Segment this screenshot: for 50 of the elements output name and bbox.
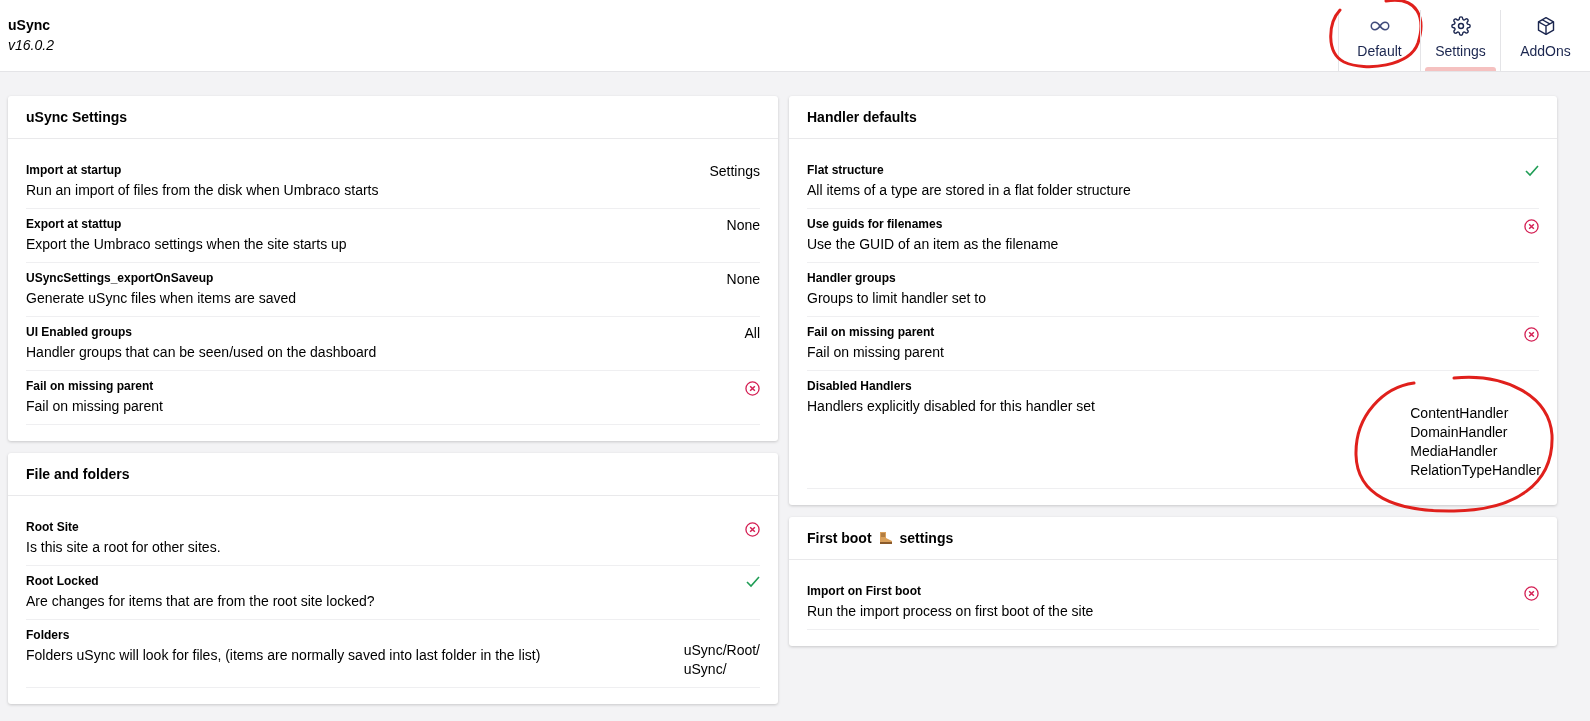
tab[interactable]: AddOns [1500,10,1590,71]
settings-icon [1449,16,1472,36]
setting-label: Fail on missing parent [807,325,936,339]
setting-description: Are changes for items that are from the root site locked? [26,593,375,609]
setting-value: Settings [709,163,760,179]
setting-value: MediaHandler [1410,443,1498,459]
app-title: uSync [8,17,51,33]
setting-description: All items of a type are stored in a flat folder structure [807,182,1131,198]
setting-description: Run an import of files from the disk when Umbraco starts [26,182,379,198]
tab[interactable]: Default [1338,10,1420,71]
setting-label: Root Locked [26,574,100,588]
setting-description: Handlers explicitly disabled for this handler set [807,398,1095,414]
setting-label: Import on First boot [807,584,922,598]
tab[interactable]: Settings [1420,10,1500,71]
setting-label: Folders [26,628,71,642]
setting-label: Disabled Handlers [807,379,913,393]
setting-label: Flat structure [807,163,885,177]
setting-description: Folders uSync will look for files, (items are normally saved into last folder in the list) [26,647,541,663]
setting-label: Root Site [26,520,80,534]
card-title: File and folders [26,466,130,482]
setting-label: Fail on missing parent [26,379,155,393]
setting-value: uSync/Root/ [683,642,760,658]
setting-label: UI Enabled groups [26,325,133,339]
setting-description: Run the import process on first boot of the site [807,603,1094,619]
setting-value: RelationTypeHandler [1410,462,1541,478]
setting-description: Generate uSync files when items are saved [26,290,297,306]
card-title: First boot [807,530,872,546]
setting-value: None [726,271,760,287]
app-version: v16.0.2 [8,37,54,53]
setting-value: uSync/ [683,661,727,677]
card-title: Handler defaults [807,109,917,125]
setting-description: Fail on missing parent [26,398,163,414]
card-title: settings [899,530,954,546]
setting-value: DomainHandler [1410,424,1508,440]
setting-value: ContentHandler [1410,405,1509,421]
setting-label: Use guids for filenames [807,217,944,231]
setting-description: Fail on missing parent [807,344,944,360]
setting-value: None [726,217,760,233]
setting-label: Import at startup [26,163,123,177]
setting-description: Handler groups that can be seen/used on the dashboard [26,344,377,360]
setting-label: Export at stattup [26,217,123,231]
boot-icon [877,531,894,545]
setting-label: Handler groups [807,271,897,285]
setting-description: Export the Umbraco settings when the site starts up [26,236,347,252]
setting-value: All [744,325,760,341]
setting-description: Use the GUID of an item as the filename [807,236,1059,252]
card-title: uSync Settings [26,109,128,125]
setting-label: USyncSettings_exportOnSaveup [26,271,215,285]
setting-description: Groups to limit handler set to [807,290,986,306]
setting-description: Is this site a root for other sites. [26,539,221,555]
